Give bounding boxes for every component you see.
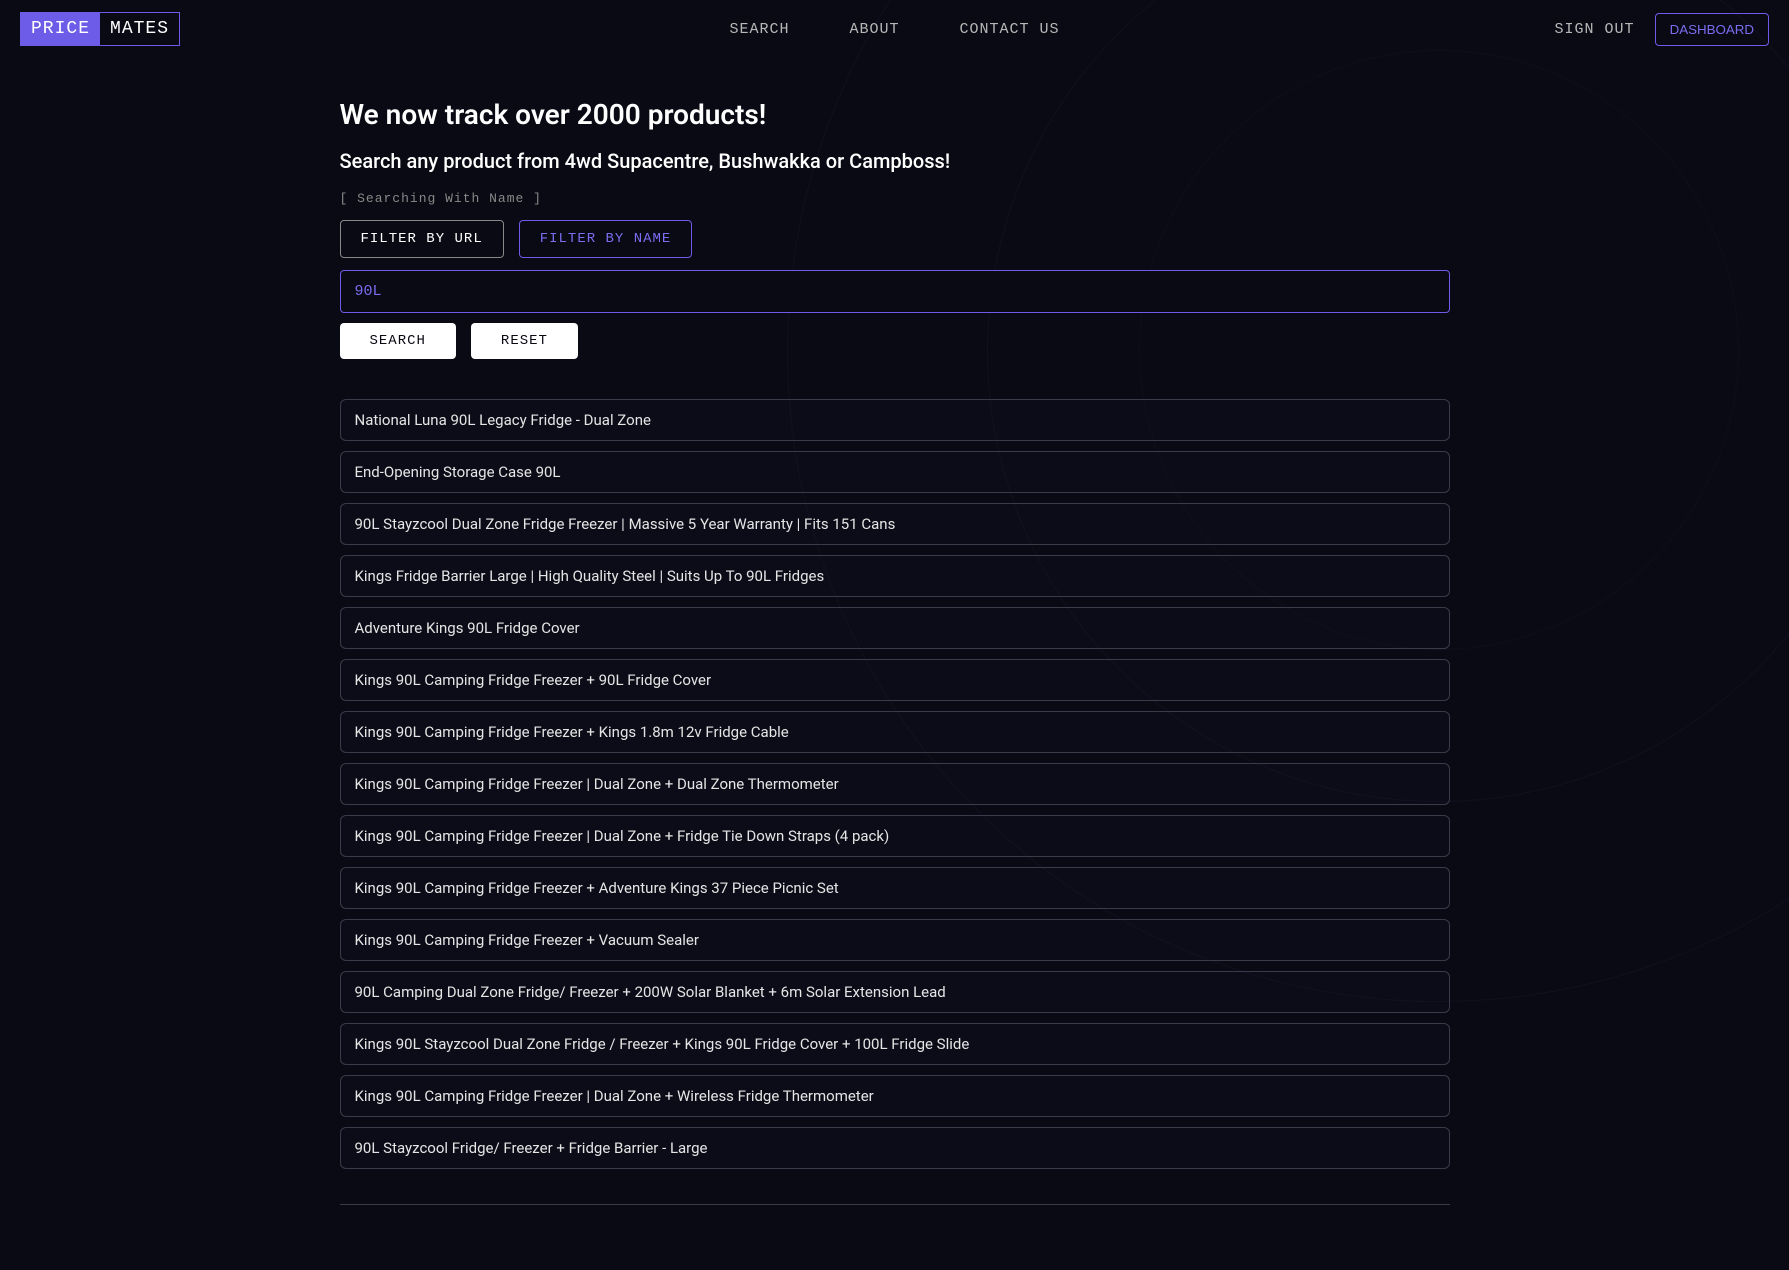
nav-about[interactable]: ABOUT	[849, 21, 899, 38]
search-mode-label: [ Searching With Name ]	[340, 191, 1450, 206]
divider	[340, 1204, 1450, 1205]
logo-left: PRICE	[21, 13, 100, 45]
result-item[interactable]: Kings Fridge Barrier Large | High Qualit…	[340, 555, 1450, 597]
reset-button[interactable]: RESET	[471, 323, 578, 359]
result-item[interactable]: Kings 90L Camping Fridge Freezer | Dual …	[340, 815, 1450, 857]
filter-by-name-button[interactable]: FILTER BY NAME	[519, 220, 693, 258]
result-item[interactable]: National Luna 90L Legacy Fridge - Dual Z…	[340, 399, 1450, 441]
search-button[interactable]: SEARCH	[340, 323, 456, 359]
logo[interactable]: PRICE MATES	[20, 12, 180, 46]
result-item[interactable]: End-Opening Storage Case 90L	[340, 451, 1450, 493]
nav-center: SEARCH ABOUT CONTACT US	[729, 21, 1059, 38]
nav-right: SIGN OUT DASHBOARD	[1555, 13, 1769, 46]
result-item[interactable]: Kings 90L Camping Fridge Freezer + 90L F…	[340, 659, 1450, 701]
result-item[interactable]: Kings 90L Camping Fridge Freezer | Dual …	[340, 1075, 1450, 1117]
search-input[interactable]	[340, 270, 1450, 313]
result-item[interactable]: Kings 90L Camping Fridge Freezer | Dual …	[340, 763, 1450, 805]
result-item[interactable]: Kings 90L Camping Fridge Freezer + Vacuu…	[340, 919, 1450, 961]
results-list: National Luna 90L Legacy Fridge - Dual Z…	[340, 399, 1450, 1169]
filter-row: FILTER BY URL FILTER BY NAME	[340, 220, 1450, 258]
result-item[interactable]: Kings 90L Stayzcool Dual Zone Fridge / F…	[340, 1023, 1450, 1065]
logo-right: MATES	[100, 13, 179, 45]
result-item[interactable]: Kings 90L Camping Fridge Freezer + Adven…	[340, 867, 1450, 909]
result-item[interactable]: 90L Stayzcool Fridge/ Freezer + Fridge B…	[340, 1127, 1450, 1169]
nav-search[interactable]: SEARCH	[729, 21, 789, 38]
result-item[interactable]: Kings 90L Camping Fridge Freezer + Kings…	[340, 711, 1450, 753]
page-headline: We now track over 2000 products!	[340, 98, 1450, 131]
signout-link[interactable]: SIGN OUT	[1555, 21, 1635, 38]
header: PRICE MATES SEARCH ABOUT CONTACT US SIGN…	[0, 0, 1789, 58]
result-item[interactable]: Adventure Kings 90L Fridge Cover	[340, 607, 1450, 649]
result-item[interactable]: 90L Camping Dual Zone Fridge/ Freezer + …	[340, 971, 1450, 1013]
filter-by-url-button[interactable]: FILTER BY URL	[340, 220, 504, 258]
page-subheadline: Search any product from 4wd Supacentre, …	[340, 149, 1450, 173]
dashboard-button[interactable]: DASHBOARD	[1655, 13, 1769, 46]
result-item[interactable]: 90L Stayzcool Dual Zone Fridge Freezer |…	[340, 503, 1450, 545]
main-content: We now track over 2000 products! Search …	[320, 98, 1470, 1205]
nav-contact[interactable]: CONTACT US	[960, 21, 1060, 38]
action-row: SEARCH RESET	[340, 323, 1450, 359]
